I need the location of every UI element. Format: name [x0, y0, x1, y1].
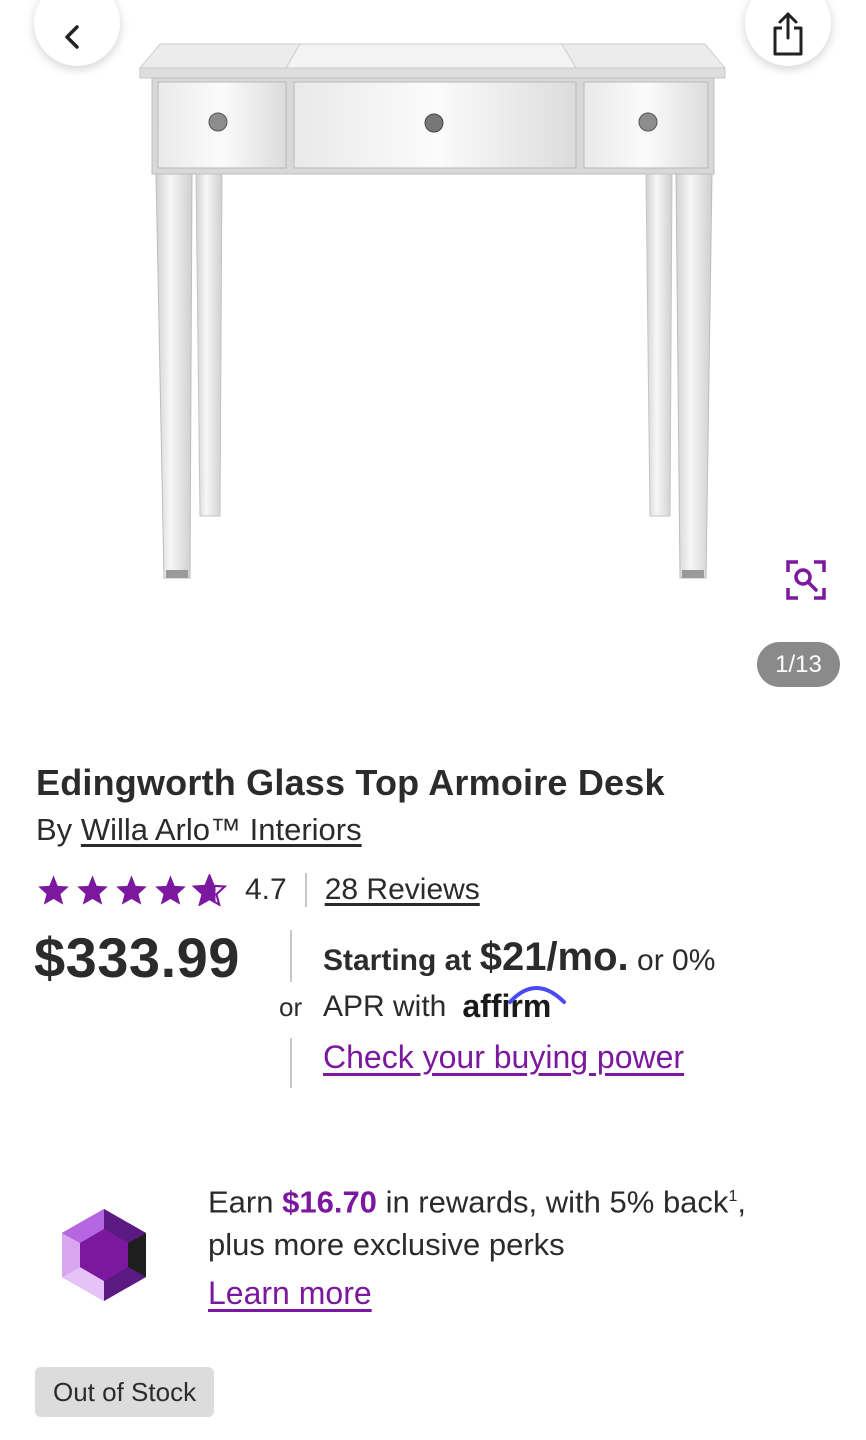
rewards-text: Earn $16.70 in rewards, with 5% back1, p…	[208, 1175, 828, 1266]
share-button[interactable]	[745, 0, 831, 66]
learn-more-link[interactable]: Learn more	[208, 1275, 372, 1312]
rewards-mid: in rewards, with 5% back	[385, 1184, 729, 1220]
brand-link[interactable]: Willa Arlo™ Interiors	[81, 812, 362, 847]
star-icon	[77, 875, 108, 905]
rewards-footnote: 1	[728, 1188, 738, 1205]
apr-text: APR with	[323, 989, 447, 1023]
product-image-gallery[interactable]: 1/13	[0, 0, 866, 720]
rewards-prefix: Earn	[208, 1184, 274, 1220]
product-page: 1/13 Edingworth Glass Top Armoire Desk B…	[0, 0, 866, 1440]
product-price: $333.99	[34, 926, 240, 989]
reviews-link[interactable]: 28 Reviews	[325, 873, 480, 907]
rewards-suffix: ,	[737, 1184, 746, 1220]
or-separator: or	[276, 930, 306, 1090]
rewards-amount: $16.70	[282, 1184, 377, 1220]
apr-line: APR with affirm	[323, 986, 843, 1025]
or-label: or	[279, 992, 303, 1022]
star-rating	[36, 874, 227, 906]
gem-icon	[62, 1209, 146, 1301]
buying-power-link[interactable]: Check your buying power	[323, 1039, 843, 1076]
financing-offer: Starting at $21/mo. or 0% APR with affir…	[323, 935, 843, 1076]
back-button[interactable]	[34, 0, 120, 66]
zoom-search-icon[interactable]	[784, 558, 828, 602]
product-image	[138, 43, 727, 579]
affirm-logo: affirm	[462, 986, 567, 1025]
star-half-icon	[192, 874, 227, 906]
monthly-price: $21/mo.	[479, 935, 629, 979]
star-icon	[155, 875, 186, 905]
product-title: Edingworth Glass Top Armoire Desk	[36, 762, 665, 803]
chevron-left-icon	[65, 25, 79, 49]
divider	[290, 930, 292, 982]
brand-prefix: By	[36, 812, 73, 847]
affirm-arc-icon	[508, 986, 567, 1004]
image-counter: 1/13	[757, 642, 840, 687]
rating-value: 4.7	[245, 873, 287, 906]
star-icon	[116, 875, 147, 905]
star-icon	[38, 875, 69, 905]
brand-line: By Willa Arlo™ Interiors	[36, 812, 362, 848]
rating-row[interactable]: 4.7 28 Reviews	[36, 868, 480, 912]
rewards-line2: plus more exclusive perks	[208, 1227, 565, 1263]
stock-status-badge: Out of Stock	[35, 1367, 215, 1417]
divider	[290, 1038, 292, 1088]
financing-line: Starting at $21/mo. or 0%	[323, 935, 843, 980]
financing-suffix: or 0%	[637, 944, 716, 977]
share-icon	[773, 12, 803, 56]
rating-divider	[304, 873, 307, 907]
starting-prefix: Starting at	[323, 944, 472, 977]
